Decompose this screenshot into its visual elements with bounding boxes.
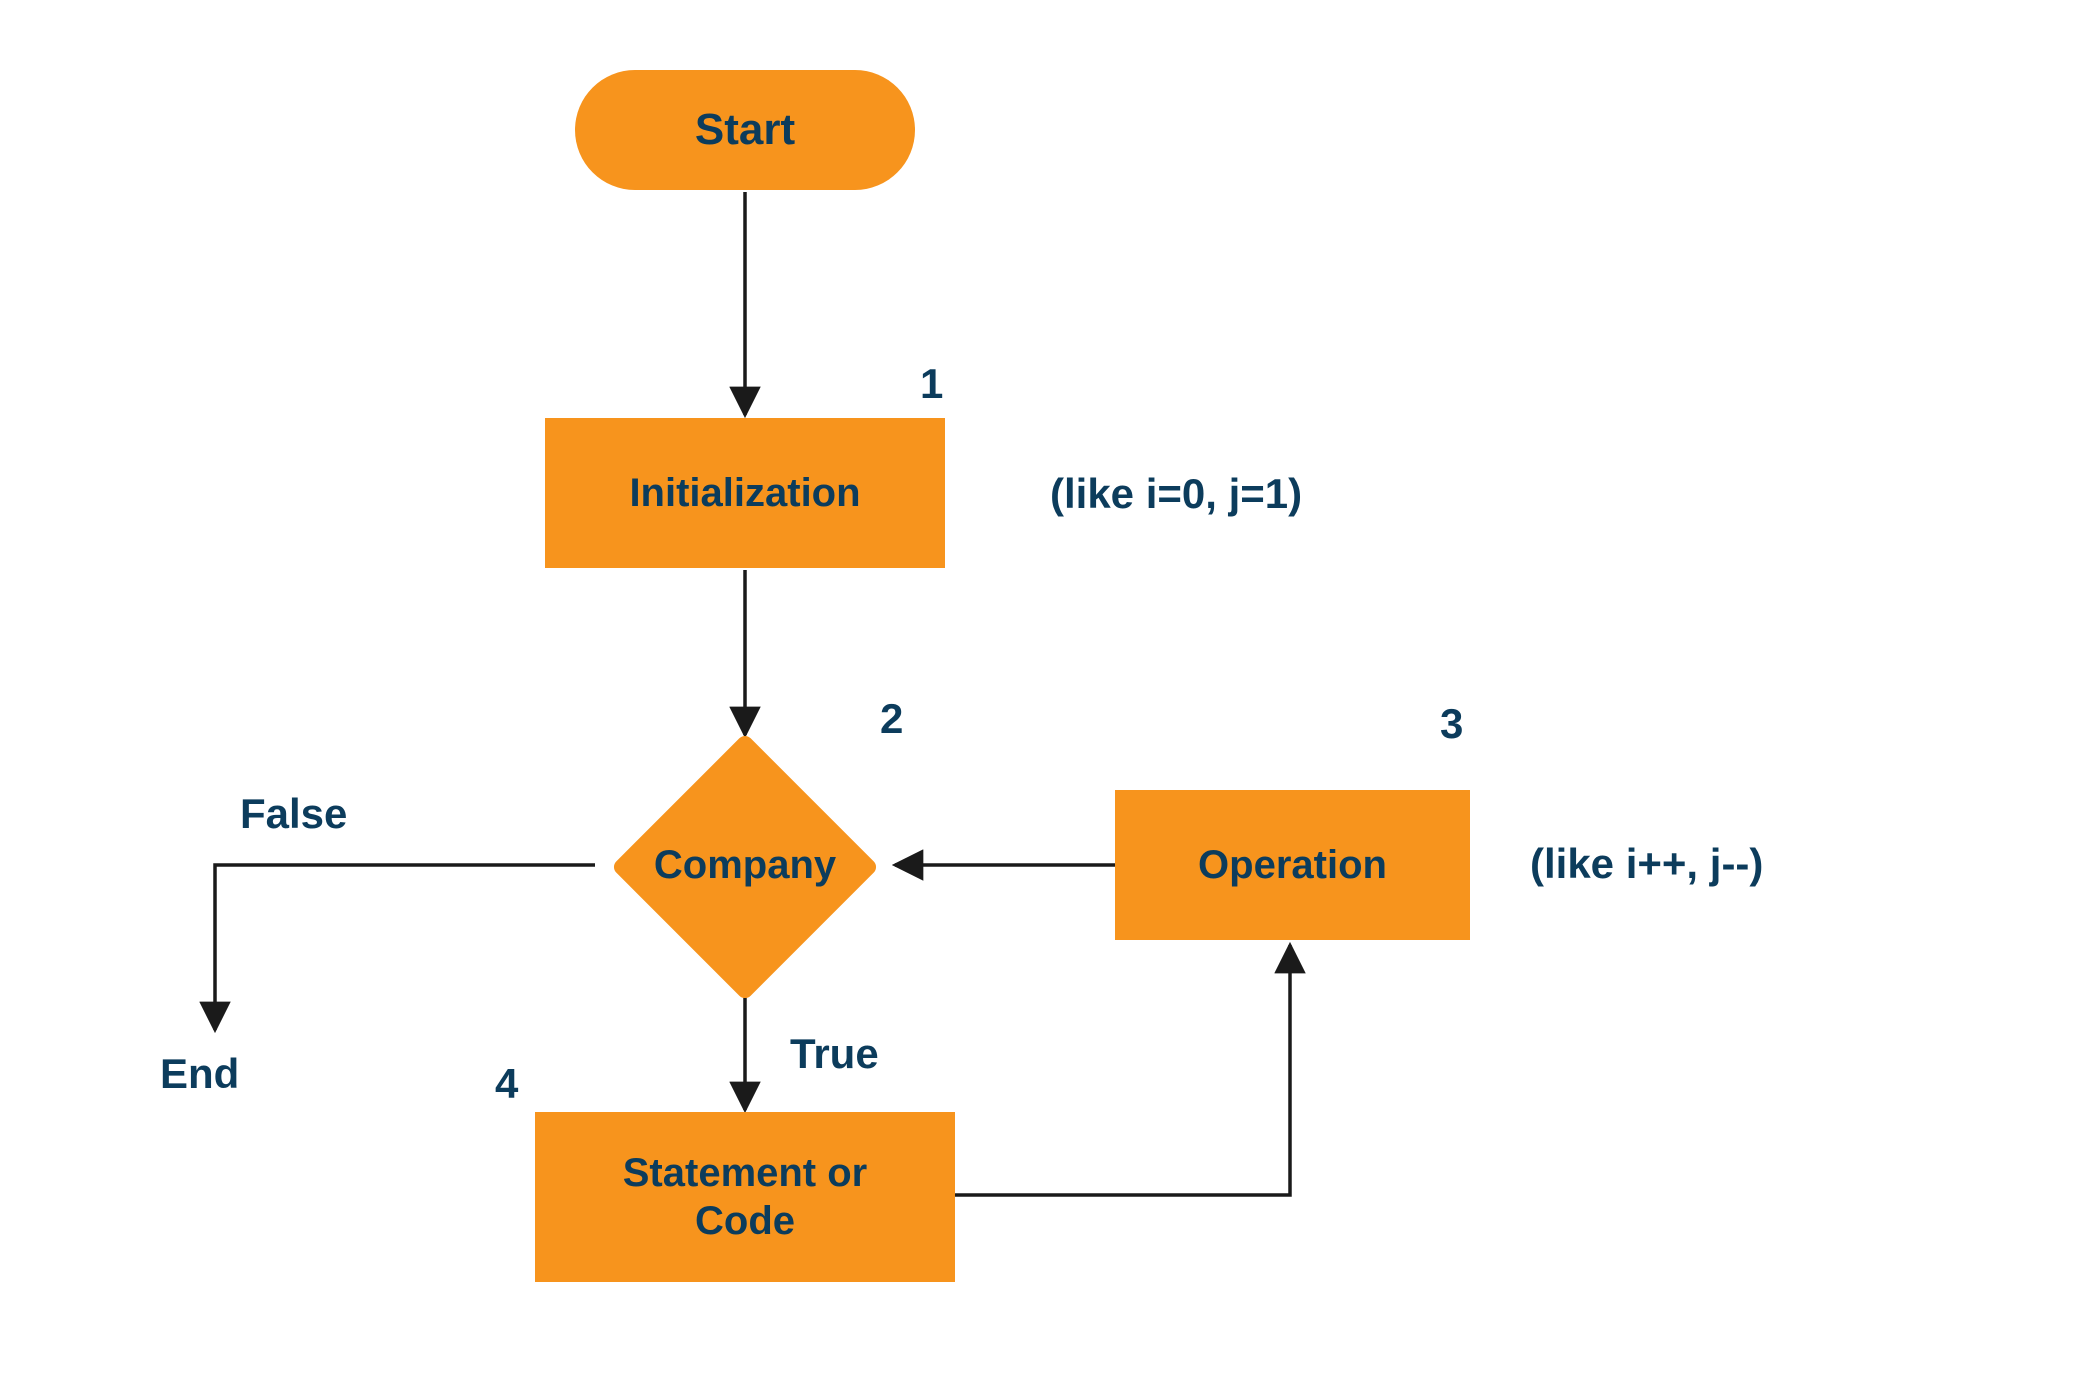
operation-annotation: (like i++, j--) — [1530, 840, 1763, 888]
end-label: End — [160, 1050, 239, 1098]
start-label: Start — [695, 105, 795, 155]
decision-label: Company — [654, 843, 836, 888]
flowchart-canvas: Start Initialization 1 (like i=0, j=1) C… — [0, 0, 2100, 1400]
decision-number: 2 — [880, 695, 903, 743]
statement-number: 4 — [495, 1060, 518, 1108]
operation-node: Operation — [1115, 790, 1470, 940]
true-label: True — [790, 1030, 879, 1078]
statement-node: Statement or Code — [535, 1112, 955, 1282]
false-label: False — [240, 790, 347, 838]
start-node: Start — [575, 70, 915, 190]
initialization-node: Initialization — [545, 418, 945, 568]
decision-node: Company — [595, 735, 895, 995]
operation-number: 3 — [1440, 700, 1463, 748]
operation-label: Operation — [1198, 843, 1387, 888]
initialization-number: 1 — [920, 360, 943, 408]
statement-label: Statement or Code — [623, 1149, 868, 1245]
initialization-label: Initialization — [629, 471, 860, 516]
initialization-annotation: (like i=0, j=1) — [1050, 470, 1302, 518]
edges-layer — [0, 0, 2100, 1400]
